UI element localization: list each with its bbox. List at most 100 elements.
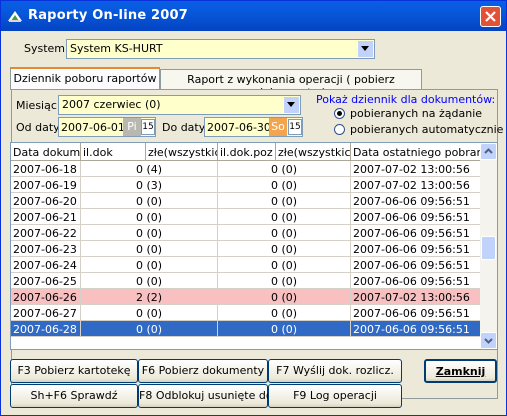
cell-count-pos: 0 (0) bbox=[218, 161, 351, 177]
reports-table[interactable]: Data dokumentów il.dok złe(wszystkich) i… bbox=[10, 142, 498, 350]
table-row[interactable]: 2007-06-25 0 (0) 0 (0) 2007-06-06 09:56:51 bbox=[11, 273, 481, 289]
to-calendar-button[interactable]: 15 bbox=[288, 119, 302, 135]
close-window-button[interactable] bbox=[480, 6, 501, 27]
table-row[interactable]: 2007-06-20 0 (0) 0 (0) 2007-06-06 09:56:51 bbox=[11, 193, 481, 209]
system-select[interactable]: System KS-HURT bbox=[66, 39, 375, 59]
table-row[interactable]: 2007-06-23 0 (0) 0 (0) 2007-06-06 09:56:51 bbox=[11, 241, 481, 257]
scroll-thumb[interactable] bbox=[481, 236, 496, 260]
cell-count-pos: 0 (0) bbox=[218, 209, 351, 225]
cell-last-fetch: 2007-06-06 09:56:51 bbox=[351, 273, 481, 289]
table-row[interactable]: 2007-06-21 0 (0) 0 (0) 2007-06-06 09:56:51 bbox=[11, 209, 481, 225]
cell-count: 0 (0) bbox=[81, 225, 218, 241]
cell-count: 0 (0) bbox=[81, 193, 218, 209]
shift-f6-check-button[interactable]: Sh+F6 Sprawdź bbox=[10, 384, 138, 408]
table-row[interactable]: 2007-06-26 2 (2) 0 (0) 2007-07-02 13:00:56 bbox=[11, 289, 481, 305]
cell-date: 2007-06-27 bbox=[11, 305, 81, 321]
cell-count-pos: 0 (0) bbox=[218, 305, 351, 321]
cell-count-pos: 0 (0) bbox=[218, 241, 351, 257]
chevron-down-icon bbox=[361, 46, 369, 51]
from-date-label: Od daty: bbox=[16, 121, 63, 134]
month-select[interactable]: 2007 czerwiec (0) bbox=[58, 95, 301, 115]
radio-on-demand-label: pobieranych na żądanie bbox=[350, 107, 483, 120]
cell-count: 0 (4) bbox=[81, 161, 218, 177]
cell-count-pos: 0 (0) bbox=[218, 257, 351, 273]
cell-count-pos: 0 (0) bbox=[218, 193, 351, 209]
cell-last-fetch: 2007-06-06 09:56:51 bbox=[351, 257, 481, 273]
from-date-field[interactable]: 2007-06-01 Pi 15 bbox=[58, 117, 156, 137]
f8-unlock-deleted-button[interactable]: F8 Odblokuj usunięte dok. bbox=[138, 384, 282, 408]
radio-on-demand-circle[interactable] bbox=[334, 108, 345, 119]
f3-fetch-catalog-button[interactable]: F3 Pobierz kartotekę bbox=[10, 359, 138, 383]
cell-date: 2007-06-25 bbox=[11, 273, 81, 289]
col-header-count-pos[interactable]: il.dok.poz bbox=[218, 143, 276, 161]
cell-count: 0 (0) bbox=[81, 273, 218, 289]
tab-dziennik[interactable]: Dziennik poboru raportów bbox=[10, 67, 160, 90]
f7-send-settlement-button[interactable]: F7 Wyślij dok. rozlicz. bbox=[268, 359, 402, 383]
f6-fetch-documents-button[interactable]: F6 Pobierz dokumenty bbox=[138, 359, 268, 383]
table-row[interactable]: 2007-06-18 0 (4) 0 (0) 2007-07-02 13:00:56 bbox=[11, 161, 481, 177]
tab-raport-operacji[interactable]: Raport z wykonania operacji ( pobierz do… bbox=[160, 69, 422, 99]
cell-last-fetch: 2007-06-06 09:56:51 bbox=[351, 241, 481, 257]
month-select-value: 2007 czerwiec (0) bbox=[62, 98, 161, 111]
cell-date: 2007-06-26 bbox=[11, 289, 81, 305]
cell-last-fetch: 2007-07-02 13:00:56 bbox=[351, 289, 481, 305]
cell-last-fetch: 2007-07-02 13:00:56 bbox=[351, 161, 481, 177]
close-button[interactable]: Zamknij bbox=[424, 359, 497, 383]
table-row[interactable]: 2007-06-19 0 (3) 0 (0) 2007-07-02 13:00:56 bbox=[11, 177, 481, 193]
cell-count: 0 (0) bbox=[81, 209, 218, 225]
cell-date: 2007-06-24 bbox=[11, 257, 81, 273]
f9-log-button[interactable]: F9 Log operacji bbox=[268, 384, 402, 408]
col-header-errors-pos[interactable]: złe(wszystkich) bbox=[276, 143, 351, 161]
col-header-count[interactable]: il.dok bbox=[81, 143, 146, 161]
to-date-field[interactable]: 2007-06-30 So 15 bbox=[204, 117, 303, 137]
cell-date: 2007-06-21 bbox=[11, 209, 81, 225]
col-header-date[interactable]: Data dokumentów bbox=[11, 143, 81, 161]
cell-count: 0 (3) bbox=[81, 177, 218, 193]
system-label: System: bbox=[24, 42, 69, 55]
show-log-title: Pokaż dziennik dla dokumentów: bbox=[316, 93, 496, 106]
cell-date: 2007-06-23 bbox=[11, 241, 81, 257]
from-day-badge: Pi bbox=[123, 118, 141, 136]
cell-count-pos: 0 (0) bbox=[218, 273, 351, 289]
radio-automatic[interactable]: pobieranych automatycznie bbox=[334, 123, 503, 137]
from-calendar-button[interactable]: 15 bbox=[141, 119, 155, 135]
table-row[interactable]: 2007-06-24 0 (0) 0 (0) 2007-06-06 09:56:51 bbox=[11, 257, 481, 273]
table-row[interactable]: 2007-06-22 0 (0) 0 (0) 2007-06-06 09:56:51 bbox=[11, 225, 481, 241]
app-window: Raporty On-line 2007 System: System KS-H… bbox=[0, 0, 507, 416]
system-select-value: System KS-HURT bbox=[70, 42, 163, 55]
window-title: Raporty On-line 2007 bbox=[28, 8, 189, 23]
cell-count-pos: 0 (0) bbox=[218, 225, 351, 241]
cell-date: 2007-06-19 bbox=[11, 177, 81, 193]
radio-automatic-circle[interactable] bbox=[334, 124, 345, 135]
scroll-up-button[interactable] bbox=[480, 143, 497, 160]
to-day-badge: So bbox=[269, 118, 287, 136]
col-header-errors[interactable]: złe(wszystkich) bbox=[146, 143, 218, 161]
radio-on-demand[interactable]: pobieranych na żądanie bbox=[334, 107, 494, 121]
cell-count-pos: 0 (0) bbox=[218, 177, 351, 193]
from-date-value: 2007-06-01 bbox=[61, 121, 125, 134]
cell-count: 0 (0) bbox=[81, 241, 218, 257]
cell-last-fetch: 2007-06-06 09:56:51 bbox=[351, 209, 481, 225]
scroll-down-button[interactable] bbox=[480, 332, 497, 349]
cell-date: 2007-06-20 bbox=[11, 193, 81, 209]
cell-date: 2007-06-18 bbox=[11, 161, 81, 177]
cell-count-pos: 0 (0) bbox=[218, 289, 351, 305]
month-dropdown-button[interactable] bbox=[283, 97, 299, 113]
vertical-scrollbar[interactable] bbox=[480, 143, 497, 349]
cell-last-fetch: 2007-06-06 09:56:51 bbox=[351, 225, 481, 241]
chevron-up-icon bbox=[484, 148, 493, 154]
cell-count: 0 (0) bbox=[81, 305, 218, 321]
system-dropdown-button[interactable] bbox=[357, 41, 373, 57]
cell-last-fetch: 2007-06-06 09:56:51 bbox=[351, 193, 481, 209]
app-icon bbox=[8, 11, 22, 22]
col-header-last-fetch[interactable]: Data ostatniego pobrania bbox=[351, 143, 481, 161]
close-icon bbox=[485, 11, 496, 22]
chevron-down-icon bbox=[484, 338, 493, 344]
table-row[interactable]: 2007-06-27 0 (0) 0 (0) 2007-06-06 09:56:51 bbox=[11, 305, 481, 321]
cell-date: 2007-06-28 bbox=[11, 321, 81, 337]
radio-automatic-label: pobieranych automatycznie bbox=[350, 123, 504, 136]
cell-count: 0 (0) bbox=[81, 257, 218, 273]
month-label: Miesiąc: bbox=[16, 99, 61, 112]
table-row[interactable]: 2007-06-28 0 (0) 0 (0) 2007-06-06 09:56:51 bbox=[11, 321, 481, 337]
title-bar[interactable]: Raporty On-line 2007 bbox=[1, 1, 506, 31]
